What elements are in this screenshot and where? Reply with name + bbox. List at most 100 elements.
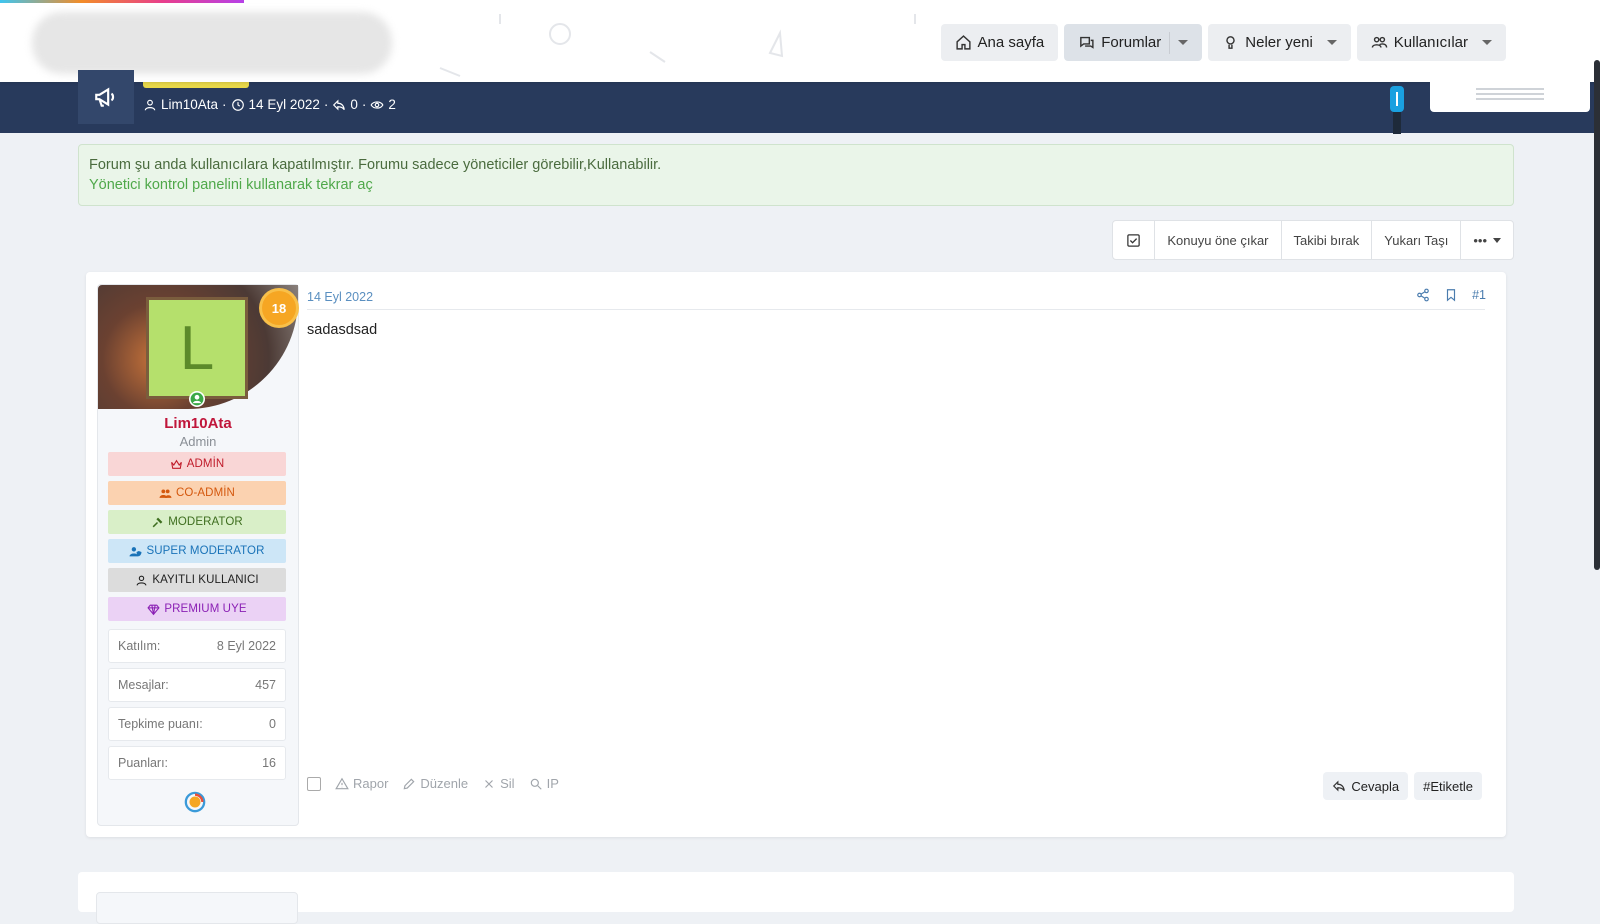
post-number[interactable]: #1 [1472,288,1486,302]
chevron-down-icon[interactable] [1326,40,1337,45]
reply-buttons: Cevapla #Etiketle [1323,772,1482,800]
thread-date[interactable]: 14 Eyl 2022 [249,97,320,112]
eye-icon [370,100,384,109]
reply-label: Cevapla [1351,778,1400,794]
user-icon [136,575,147,586]
reply-icon [333,99,346,110]
delete-button[interactable]: Sil [482,776,515,791]
warning-icon [335,777,349,789]
diamond-icon [147,604,160,615]
report-button[interactable]: Rapor [335,776,388,791]
main-nav: Ana sayfa Forumlar Neler yeni Kullanıcıl… [940,24,1506,61]
post-divider [307,309,1485,310]
trophy-icon[interactable] [184,791,206,813]
checkbox-icon [1127,233,1141,247]
banner-label: ADMİN [186,458,225,470]
post-date[interactable]: 14 Eyl 2022 [307,290,373,304]
post-body: sadasdsad [307,322,378,338]
banner-label: PREMIUM UYE [164,603,247,615]
banner-super-moderator: SUPER MODERATOR [108,539,286,563]
thread-toolbar: Konuyu öne çıkar Takibi bırak Yukarı Taş… [1112,220,1514,260]
chevron-down-icon[interactable] [1178,40,1189,45]
top-bar: Ana sayfa Forumlar Neler yeni Kullanıcıl… [0,0,1600,82]
next-post [78,872,1514,924]
stat-joined: Katılım: 8 Eyl 2022 [108,629,286,663]
user-shield-icon [130,546,142,556]
megaphone-icon [95,87,115,107]
nav-whats-new[interactable]: Neler yeni [1208,24,1351,61]
unwatch-button[interactable]: Takibi bırak [1280,221,1372,259]
banner-admin: ADMİN [108,452,286,476]
age-badge-value: 18 [271,300,287,316]
nav-forums[interactable]: Forumlar [1064,24,1203,61]
thread-icon-box [78,70,134,124]
chevron-down-icon [1493,237,1501,243]
user-icon [144,99,156,110]
thread-views: 2 [388,97,396,112]
thread-replies: 0 [350,97,358,112]
stat-label: Tepkime puanı: [118,717,203,731]
age-badge: 18 [262,291,296,325]
post: L 18 Lim10Ata Admin ADMİN CO-ADMİN MODER… [86,272,1506,837]
online-status-icon [189,391,205,407]
page-scrollbar[interactable] [1594,60,1600,570]
ip-label: IP [546,776,559,791]
share-icon[interactable] [1416,288,1430,302]
ip-button[interactable]: IP [529,776,559,791]
banner-premium: PREMIUM UYE [108,597,286,621]
stat-messages[interactable]: Mesajlar: 457 [108,668,286,702]
nav-whats-new-label: Neler yeni [1245,34,1313,51]
forum-closed-notice: Forum şu anda kullanıcılara kapatılmıştı… [78,144,1514,206]
select-thread-button[interactable] [1113,221,1154,259]
stat-value: 16 [262,756,276,770]
home-icon [955,35,971,50]
banner-label: MODERATOR [168,516,243,528]
stat-points[interactable]: Puanları: 16 [108,746,286,780]
stat-value: 8 Eyl 2022 [216,639,276,653]
avatar-letter: L [179,313,215,383]
close-icon [485,779,494,788]
edit-label: Düzenle [420,776,469,791]
reopen-link[interactable]: Yönetici kontrol panelini kullanarak tek… [89,177,1503,193]
nav-home[interactable]: Ana sayfa [940,24,1059,61]
post-select-checkbox[interactable] [307,776,321,791]
banner-label: CO-ADMİN [176,487,235,499]
edit-button[interactable]: Düzenle [402,776,468,791]
bookmark-icon[interactable] [1444,288,1458,302]
tag-label: #Etiketle [1423,778,1473,794]
avatar[interactable]: L [146,297,248,399]
banner-co-admin: CO-ADMİN [108,481,286,505]
thread-author[interactable]: Lim10Ata [161,97,218,112]
mascot-figure [1390,86,1404,134]
notice-message: Forum şu anda kullanıcılara kapatılmıştı… [89,157,662,173]
delete-label: Sil [500,776,515,791]
banner-registered: KAYITLI KULLANICI [108,568,286,592]
nav-members[interactable]: Kullanıcılar [1356,24,1506,61]
user-stats: Katılım: 8 Eyl 2022 Mesajlar: 457 Tepkim… [108,629,286,785]
stat-label: Puanları: [118,756,169,770]
stat-value: 0 [269,717,276,731]
nav-split [1169,31,1171,54]
next-user-box [96,892,298,924]
site-logo[interactable] [32,12,392,74]
hammer-icon [152,517,163,527]
stat-reactions: Tepkime puanı: 0 [108,707,286,741]
header-side-widget [1430,82,1590,112]
pencil-icon [404,778,415,789]
banner-label: KAYITLI KULLANICI [152,574,259,586]
stat-value: 457 [255,678,276,692]
bump-button[interactable]: Yukarı Taşı [1371,221,1460,259]
lines-icon [1476,88,1544,100]
thread-meta: Lim10Ata · 14 Eyl 2022 · 0 · 2 [143,97,396,112]
stat-label: Katılım: [118,639,161,653]
reply-button[interactable]: Cevapla [1323,772,1409,800]
tag-button[interactable]: #Etiketle [1414,772,1482,800]
lightbulb-icon [1226,36,1236,49]
post-footer-actions: Rapor Düzenle Sil IP [307,776,559,791]
stat-label: Mesajlar: [118,678,169,692]
username[interactable]: Lim10Ata [98,415,298,432]
chevron-down-icon[interactable] [1482,40,1492,45]
nav-home-label: Ana sayfa [977,34,1045,51]
feature-thread-button[interactable]: Konuyu öne çıkar [1154,221,1280,259]
more-options-button[interactable]: ••• [1460,221,1513,259]
